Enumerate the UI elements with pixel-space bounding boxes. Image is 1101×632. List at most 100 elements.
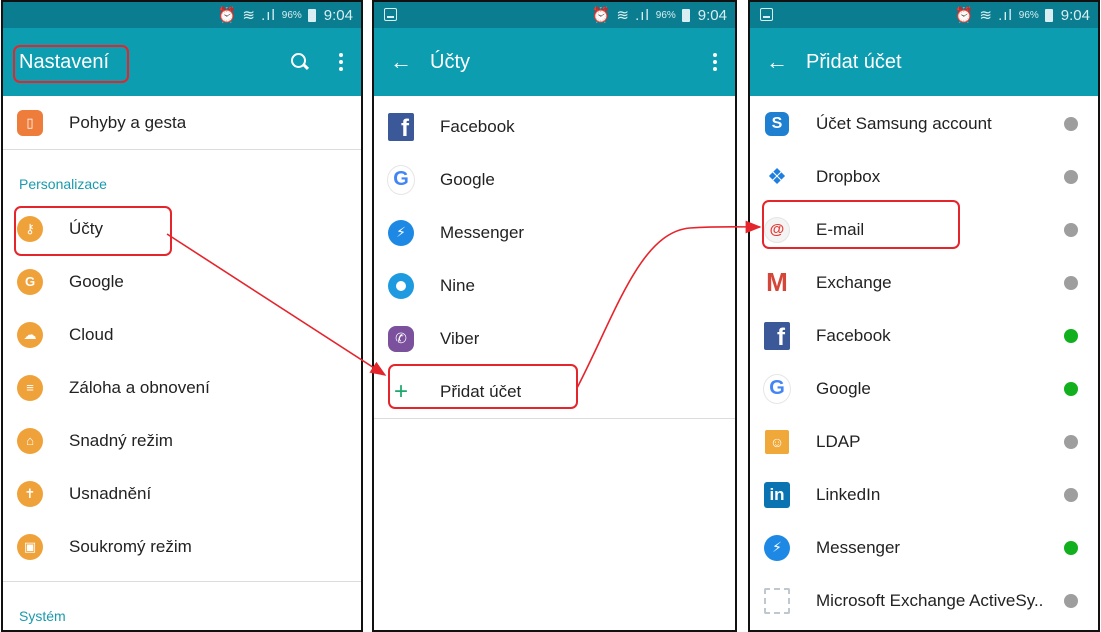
facebook-icon: f	[388, 112, 414, 141]
status-dot	[1064, 116, 1078, 131]
account-type-label: LDAP	[816, 431, 861, 451]
account-type-email[interactable]: @ E-mail	[750, 203, 1098, 256]
google-icon: G	[388, 165, 414, 194]
settings-item-label: Účty	[69, 218, 103, 238]
facebook-icon: f	[764, 321, 790, 350]
dropbox-icon: ❖	[767, 163, 787, 189]
settings-item-key[interactable]: ⚷ Účty	[3, 202, 361, 255]
more-options-icon[interactable]	[337, 53, 345, 71]
settings-item-google[interactable]: G Google	[3, 255, 361, 308]
add-account-button[interactable]: + Přidat účet	[374, 365, 735, 418]
clock: 9:04	[323, 6, 353, 24]
account-type-label: Exchange	[816, 272, 892, 292]
add-account-label: Přidat účet	[440, 381, 522, 401]
app-bar: Nastavení	[3, 28, 361, 96]
backup-icon: ≡	[17, 374, 43, 401]
settings-item-label: Usnadnění	[69, 483, 152, 503]
status-bar: ⏰ ≋ .ıl 96% 9:04	[750, 2, 1098, 28]
account-item-google[interactable]: G Google	[374, 153, 735, 206]
accounts-screen: ⏰ ≋ .ıl 96% 9:04 ← Účty f Facebook G Google…	[372, 0, 737, 632]
status-dot	[1064, 275, 1078, 290]
account-item-nine[interactable]: Nine	[374, 259, 735, 312]
messenger-icon: ⚡	[388, 219, 414, 246]
app-bar: ← Účty	[374, 28, 735, 96]
status-dot	[1064, 169, 1078, 184]
email-icon: @	[764, 216, 790, 243]
back-arrow-icon[interactable]: ←	[766, 49, 788, 75]
status-bar: ⏰ ≋ .ıl 96% 9:04	[374, 2, 735, 28]
settings-item-label: Pohyby a gesta	[69, 112, 187, 132]
status-bar: ⏰ ≋ .ıl 96% 9:04	[3, 2, 361, 28]
account-type-google[interactable]: G Google	[750, 362, 1098, 415]
divider	[374, 418, 735, 419]
settings-list: ⚷ Účty G Google ☁ Cloud ≡ Záloha a obnovení ⌂ Sna…	[3, 202, 361, 573]
section-header-personalization: Personalizace	[19, 176, 107, 192]
settings-item-label: Google	[69, 271, 124, 291]
account-type-label: Google	[816, 378, 871, 398]
account-type-label: Facebook	[816, 325, 891, 345]
messenger-icon: ⚡	[764, 534, 790, 561]
clock: 9:04	[1060, 6, 1090, 24]
account-type-ldap[interactable]: ☺ LDAP	[750, 415, 1098, 468]
account-item-label: Messenger	[440, 222, 525, 242]
account-item-label: Google	[440, 169, 495, 189]
account-type-label: Messenger	[816, 537, 901, 557]
settings-item-cloud[interactable]: ☁ Cloud	[3, 308, 361, 361]
settings-item-label: Cloud	[69, 324, 114, 344]
motions-icon: ▯	[17, 109, 43, 136]
status-dot	[1064, 328, 1078, 343]
status-dot	[1064, 381, 1078, 396]
google-icon: G	[17, 268, 43, 295]
account-type-list: S Účet Samsung account ❖ Dropbox @ E-mail M Exc…	[750, 96, 1098, 627]
status-dot	[1064, 593, 1078, 608]
battery-icon	[681, 8, 690, 22]
account-type-label: Dropbox	[816, 166, 881, 186]
clock: 9:04	[697, 6, 727, 24]
account-type-linkedin[interactable]: in LinkedIn	[750, 468, 1098, 521]
more-options-icon[interactable]	[711, 53, 719, 71]
account-type-dropbox[interactable]: ❖ Dropbox	[750, 150, 1098, 203]
screenshot-icon	[760, 8, 773, 21]
status-dot	[1064, 222, 1078, 237]
settings-screen: ⏰ ≋ .ıl 96% 9:04 Nastavení ▯ Pohyby a ge…	[1, 0, 363, 632]
private-mode-icon: ▣	[17, 533, 43, 560]
account-type-ms-exchange[interactable]: Microsoft Exchange ActiveSy..	[750, 574, 1098, 627]
battery-percent: 96%	[655, 9, 676, 21]
linkedin-icon: in	[764, 481, 790, 508]
settings-item-accessibility[interactable]: ✝ Usnadnění	[3, 467, 361, 520]
account-item-messenger[interactable]: ⚡ Messenger	[374, 206, 735, 259]
settings-item-label: Soukromý režim	[69, 536, 192, 556]
status-dot	[1064, 434, 1078, 449]
gmail-icon: M	[766, 267, 788, 297]
samsung-icon: S	[764, 111, 790, 137]
account-item-label: Facebook	[440, 116, 515, 136]
alarm-wifi-signal-icons: ⏰ ≋ .ıl	[217, 7, 276, 24]
settings-item-private-mode[interactable]: ▣ Soukromý režim	[3, 520, 361, 573]
settings-item-backup[interactable]: ≡ Záloha a obnovení	[3, 361, 361, 414]
status-dot	[1064, 487, 1078, 502]
account-type-facebook[interactable]: f Facebook	[750, 309, 1098, 362]
battery-percent: 96%	[1018, 9, 1039, 21]
account-type-label: E-mail	[816, 219, 865, 239]
account-item-label: Nine	[440, 275, 475, 295]
account-type-gmail[interactable]: M Exchange	[750, 256, 1098, 309]
account-type-messenger[interactable]: ⚡ Messenger	[750, 521, 1098, 574]
back-arrow-icon[interactable]: ←	[390, 49, 412, 75]
plus-icon: +	[393, 377, 408, 405]
battery-icon	[1044, 8, 1053, 22]
ms-exchange-icon	[764, 587, 790, 614]
account-type-samsung[interactable]: S Účet Samsung account	[750, 97, 1098, 150]
account-item-facebook[interactable]: f Facebook	[374, 100, 735, 153]
settings-item-easy-mode[interactable]: ⌂ Snadný režim	[3, 414, 361, 467]
accounts-list: f Facebook G Google ⚡ Messenger Nine ✆ Viber	[374, 100, 735, 365]
account-item-viber[interactable]: ✆ Viber	[374, 312, 735, 365]
account-type-label: LinkedIn	[816, 484, 881, 504]
battery-percent: 96%	[281, 9, 302, 21]
settings-item-motions[interactable]: ▯ Pohyby a gesta	[3, 96, 361, 149]
alarm-wifi-signal-icons: ⏰ ≋ .ıl	[954, 7, 1013, 24]
account-type-label: Microsoft Exchange ActiveSy..	[816, 590, 1044, 610]
viber-icon: ✆	[388, 325, 414, 352]
easy-mode-icon: ⌂	[17, 427, 43, 454]
section-header-system: Systém	[19, 608, 66, 624]
search-icon[interactable]	[291, 53, 309, 71]
